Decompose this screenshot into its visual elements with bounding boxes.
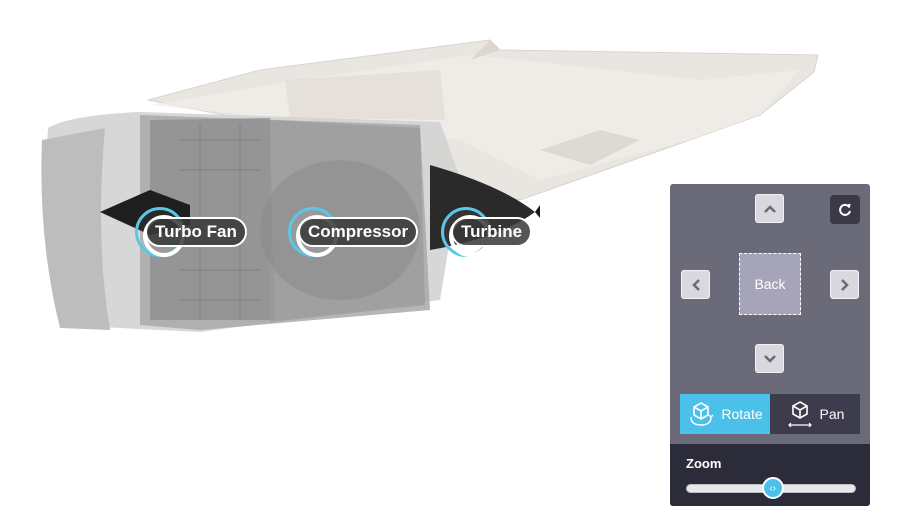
zoom-label: Zoom <box>686 456 722 471</box>
chevron-right-icon <box>840 278 849 291</box>
horizontal-arrows-icon: ‹› <box>769 482 777 494</box>
rotate-cube-icon <box>690 402 714 426</box>
zoom-slider-thumb[interactable]: ‹› <box>761 477 784 499</box>
hotspot-turbine[interactable]: Turbine <box>441 207 533 257</box>
pan-mode-button[interactable]: Pan <box>770 394 860 434</box>
chevron-up-icon <box>763 204 776 213</box>
pan-cube-icon <box>787 401 812 428</box>
rotate-down-button[interactable] <box>755 344 784 373</box>
reset-view-button[interactable] <box>830 195 860 224</box>
hotspot-compressor[interactable]: Compressor <box>288 207 419 257</box>
rotate-left-button[interactable] <box>681 270 710 299</box>
pan-mode-label: Pan <box>819 406 845 422</box>
zoom-section: Zoom ‹› <box>670 444 870 506</box>
rotate-mode-label: Rotate <box>721 406 763 422</box>
hotspot-label: Compressor <box>298 217 419 247</box>
view-control-panel: Back Rotate Pan Zoom ‹› <box>670 184 870 506</box>
rotate-mode-button[interactable]: Rotate <box>680 394 770 434</box>
hotspot-label: Turbine <box>451 217 533 247</box>
rotate-up-button[interactable] <box>755 194 784 223</box>
view-face-label: Back <box>754 276 786 292</box>
mode-toggle: Rotate Pan <box>680 394 860 434</box>
hotspot-label: Turbo Fan <box>145 217 247 247</box>
chevron-left-icon <box>691 278 700 291</box>
chevron-down-icon <box>763 354 776 363</box>
hotspot-turbo-fan[interactable]: Turbo Fan <box>135 207 247 257</box>
rotate-right-button[interactable] <box>830 270 859 299</box>
refresh-icon <box>839 203 851 216</box>
view-face-back[interactable]: Back <box>739 253 801 315</box>
